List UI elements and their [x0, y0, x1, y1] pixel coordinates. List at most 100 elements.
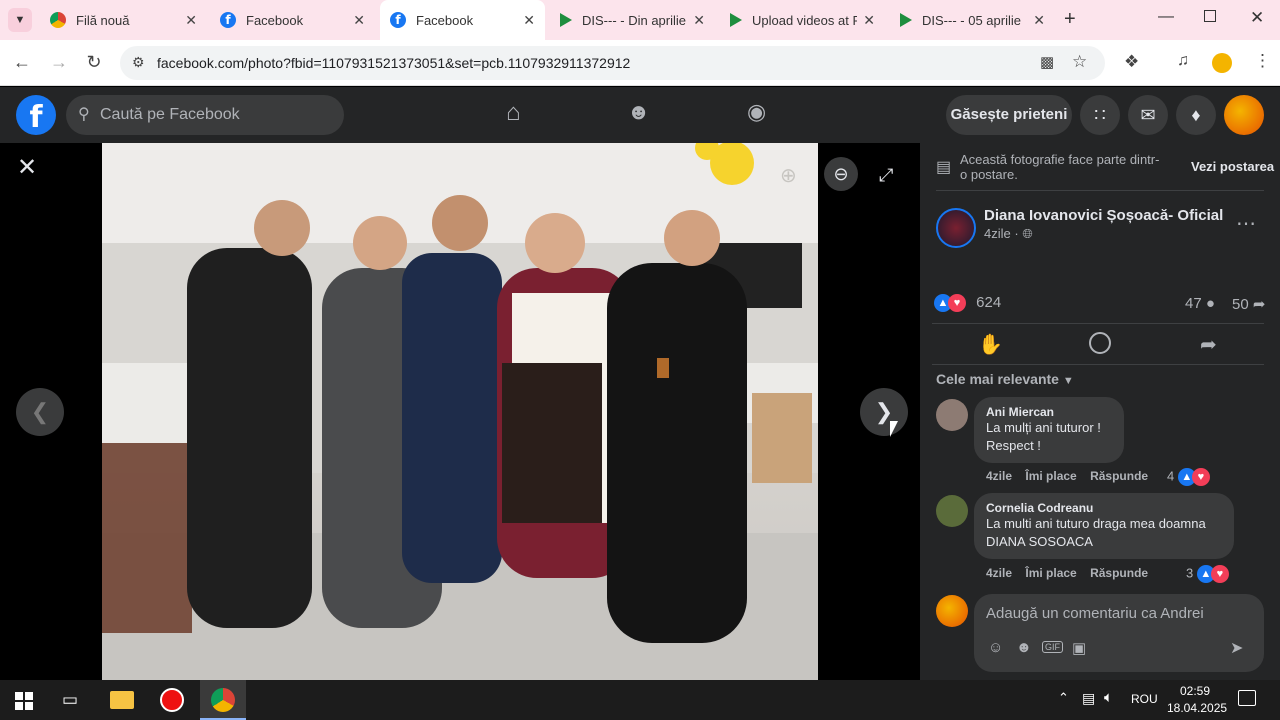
post-photo[interactable] — [102, 143, 818, 680]
file-explorer-icon[interactable] — [110, 691, 134, 709]
close-viewer-icon[interactable]: ✕ — [17, 153, 37, 182]
author-name[interactable]: Diana Iovanovici Șoșoacă- Oficial — [984, 207, 1223, 224]
send-icon[interactable]: ➤ — [1230, 638, 1243, 658]
find-friends-button[interactable]: Găsește prieteni — [946, 95, 1072, 135]
divider — [936, 190, 1264, 191]
minimize-icon[interactable]: — — [1158, 8, 1174, 26]
windows-start-icon[interactable] — [15, 692, 33, 710]
clock-time[interactable]: 02:59 — [1180, 684, 1210, 698]
recorder-icon[interactable] — [160, 688, 184, 712]
comment-time[interactable]: 4zile — [986, 469, 1012, 483]
sort-comments-dropdown[interactable]: Cele mai relevante ▼ — [936, 371, 1074, 387]
comment-actions: 4zile Îmi place Răspunde — [986, 566, 1148, 580]
reactions-summary[interactable]: ▲ ♥ 624 — [934, 294, 1002, 313]
comment-time[interactable]: 4zile — [986, 566, 1012, 580]
comment-reactions-count: 4 — [1167, 468, 1175, 484]
close-tab-icon[interactable]: ✕ — [353, 12, 365, 29]
zoom-in-icon[interactable]: ⊕ — [780, 163, 810, 193]
install-app-icon[interactable]: ▩ — [1040, 53, 1054, 71]
search-input[interactable]: ⚲ Caută pe Facebook — [66, 95, 344, 135]
close-tab-icon[interactable]: ✕ — [185, 12, 197, 29]
reactions-count: 624 — [976, 294, 1002, 311]
emoji-icon[interactable]: ☻ — [1016, 639, 1032, 656]
facebook-icon: f — [390, 12, 406, 28]
tab-facebook-1[interactable]: f Facebook ✕ — [210, 0, 375, 40]
menu-grid-icon[interactable]: ∷ — [1080, 95, 1120, 135]
comment-input[interactable]: Adaugă un comentariu ca Andrei ☺ ☻ GIF ▣… — [974, 594, 1264, 672]
new-tab-button[interactable]: + — [1064, 8, 1076, 31]
close-tab-icon[interactable]: ✕ — [523, 12, 535, 29]
fullscreen-icon[interactable]: ⤢ — [879, 165, 893, 186]
profile-avatar-small[interactable] — [1212, 53, 1232, 73]
comment-like-link[interactable]: Îmi place — [1025, 566, 1076, 580]
album-note: Această fotografie face parte dintr-o po… — [960, 152, 1160, 182]
extensions-icon[interactable]: ❖ — [1124, 52, 1139, 72]
browser-menu-icon[interactable]: ⋮ — [1254, 51, 1271, 71]
shares-count[interactable]: 50 ➦ — [1232, 295, 1265, 313]
more-options-icon[interactable]: ⋯ — [1236, 211, 1256, 236]
commenter-avatar[interactable] — [936, 399, 968, 431]
comment-reactions[interactable]: 4 ▲ ♥ — [1167, 468, 1210, 486]
close-tab-icon[interactable]: ✕ — [1033, 12, 1045, 29]
tab-video-2[interactable]: Upload videos at R ✕ — [720, 0, 885, 40]
facebook-logo-icon[interactable]: f — [16, 95, 56, 135]
avatar-sticker-icon[interactable]: ☺ — [988, 639, 1003, 656]
forward-icon[interactable]: → — [47, 52, 71, 73]
share-button-icon[interactable]: ➦ — [1200, 332, 1217, 357]
restore-icon[interactable] — [1204, 10, 1216, 22]
groups-icon[interactable]: ◉ — [747, 99, 766, 125]
commenter-name[interactable]: Cornelia Codreanu — [986, 501, 1222, 515]
chrome-taskbar-icon[interactable] — [200, 680, 246, 720]
next-photo-button[interactable]: ❯ — [860, 388, 908, 436]
friends-icon[interactable]: ☻ — [627, 99, 650, 125]
network-icon[interactable]: ▤ — [1082, 690, 1095, 707]
task-view-icon[interactable]: ▭ — [62, 690, 78, 710]
notifications-bell-icon[interactable]: ♦ — [1176, 95, 1216, 135]
commenter-name[interactable]: Ani Miercan — [986, 405, 1112, 419]
messenger-icon[interactable]: ✉ — [1128, 95, 1168, 135]
group-photo-illustration — [102, 143, 818, 680]
zoom-out-icon[interactable]: ⊖ — [824, 157, 858, 191]
comment-reactions[interactable]: 3 ▲ ♥ — [1186, 565, 1229, 583]
tab-video-1[interactable]: DIS--- - Din aprilie ✕ — [550, 0, 715, 40]
comments-count[interactable]: 47 ● — [1185, 295, 1215, 312]
home-icon[interactable]: ⌂ — [506, 99, 521, 127]
clock-date[interactable]: 18.04.2025 — [1167, 701, 1227, 715]
site-info-icon[interactable]: ⚙ — [132, 54, 145, 71]
volume-icon[interactable]: 🔈︎ — [1104, 689, 1113, 706]
tab-facebook-active[interactable]: f Facebook ✕ — [380, 0, 545, 40]
tab-search-button[interactable]: ▼ — [8, 8, 32, 32]
sticker-icon[interactable]: ▣ — [1072, 639, 1086, 657]
tab-video-3[interactable]: DIS--- - 05 aprilie ✕ — [890, 0, 1055, 40]
bookmark-star-icon[interactable]: ☆ — [1072, 52, 1087, 72]
see-post-link[interactable]: Vezi postarea — [1191, 159, 1274, 174]
close-window-icon[interactable]: ✕ — [1250, 8, 1264, 28]
close-tab-icon[interactable]: ✕ — [693, 12, 705, 29]
profile-avatar[interactable] — [1224, 95, 1264, 135]
tab-new-tab[interactable]: Filă nouă ✕ — [42, 0, 207, 40]
previous-photo-button[interactable]: ❮ — [16, 388, 64, 436]
gif-icon[interactable]: GIF — [1042, 641, 1063, 653]
close-tab-icon[interactable]: ✕ — [863, 12, 875, 29]
comment-button-icon[interactable] — [1089, 332, 1111, 354]
search-placeholder: Caută pe Facebook — [100, 106, 240, 123]
comment-bubble: Ani Miercan La mulți ani tuturor ! Respe… — [974, 397, 1124, 463]
input-language[interactable]: ROU — [1131, 692, 1158, 706]
media-control-icon[interactable]: ♫ — [1177, 52, 1189, 70]
comment-like-link[interactable]: Îmi place — [1025, 469, 1076, 483]
tray-chevron-icon[interactable]: ⌃ — [1058, 690, 1069, 706]
video-icon — [900, 13, 912, 27]
comment-reactions-count: 3 — [1186, 565, 1194, 581]
like-button-icon[interactable]: ✋ — [978, 332, 1003, 357]
reload-icon[interactable]: ↻ — [82, 52, 106, 73]
comment-reply-link[interactable]: Răspunde — [1090, 566, 1148, 580]
commenter-avatar[interactable] — [936, 495, 968, 527]
url-text[interactable]: facebook.com/photo?fbid=1107931521373051… — [157, 55, 630, 71]
address-bar[interactable]: ⚙ facebook.com/photo?fbid=11079315213730… — [120, 46, 1105, 80]
post-side-panel: ▤ Această fotografie face parte dintr-o … — [920, 143, 1280, 680]
back-icon[interactable]: ← — [10, 52, 34, 73]
comment-reply-link[interactable]: Răspunde — [1090, 469, 1148, 483]
notification-center-icon[interactable] — [1238, 690, 1256, 706]
current-user-avatar[interactable] — [936, 595, 968, 627]
author-avatar[interactable] — [936, 208, 976, 248]
